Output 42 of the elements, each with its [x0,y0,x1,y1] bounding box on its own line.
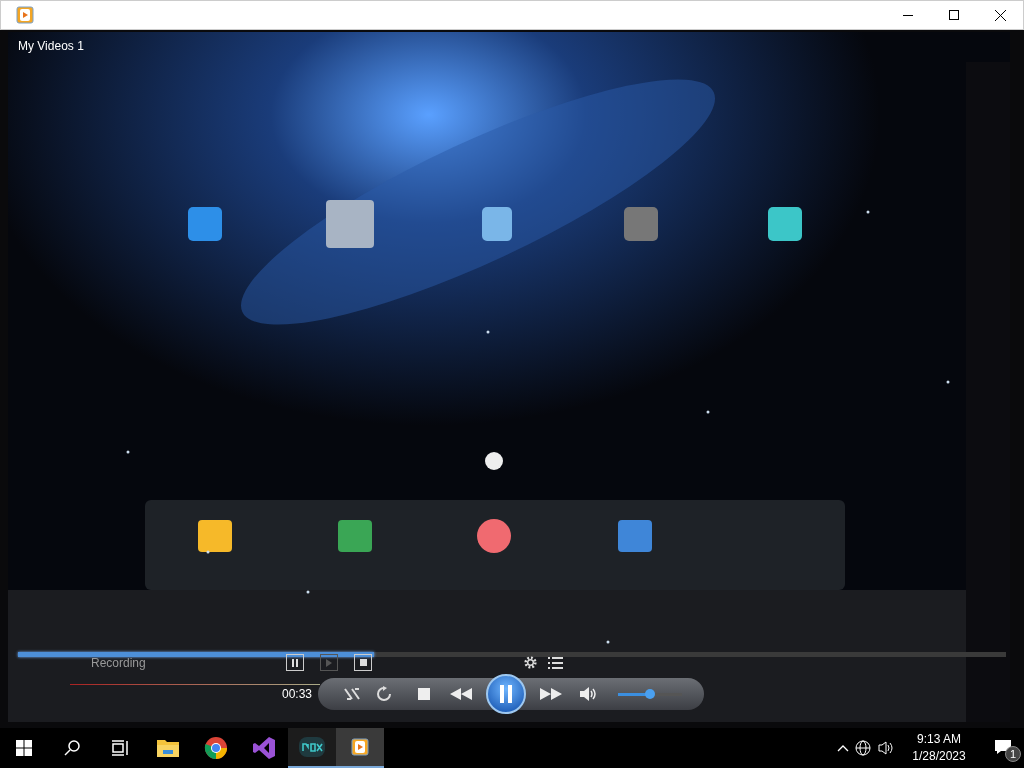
play-recording-button[interactable] [320,654,338,671]
taskbar-app-button[interactable] [288,728,336,768]
stop-icon [359,659,367,666]
pause-icon [292,658,298,667]
minimize-icon [903,14,913,16]
app-logo-icon [16,6,34,24]
volume-slider[interactable] [618,692,682,696]
stop-recording-button[interactable] [354,654,372,671]
notification-button[interactable]: 1 [984,728,1024,768]
chevron-up-icon[interactable] [837,744,849,752]
playlist-icon[interactable] [548,656,563,669]
repeat-icon [376,686,392,702]
pause-button[interactable] [486,674,526,714]
maximize-icon [949,10,959,20]
pause-recording-button[interactable] [286,654,304,671]
folder-icon[interactable] [156,737,180,759]
rewind-icon [450,688,472,700]
search-icon [64,740,80,756]
pause-icon [500,685,512,703]
video-title: My Videos 1 [18,39,84,53]
globe-icon[interactable] [855,739,872,757]
close-icon [994,9,1006,21]
media-player-icon[interactable] [351,738,369,756]
infinity-ribbon-icon[interactable] [252,736,276,760]
seek-bar[interactable] [18,652,1006,657]
clock-time[interactable]: 9:13 AM [917,731,961,748]
fast-forward-icon [540,688,562,700]
speaker-icon[interactable] [878,741,894,755]
nox-icon[interactable] [298,736,326,758]
speaker-icon [580,687,596,701]
shuffle-icon [344,687,360,701]
task-view-icon [111,740,129,756]
notification-count: 1 [1005,746,1021,762]
chrome-icon[interactable] [204,736,228,760]
taskbar-app-button[interactable] [336,728,384,768]
recording-label: Recording [91,656,146,670]
elapsed-time: 00:33 [282,687,313,701]
windows-icon [16,740,32,756]
settings-icon[interactable] [523,655,538,670]
play-icon [326,658,332,667]
clock-date[interactable]: 1/28/2023 [912,748,966,765]
stop-icon [418,688,430,700]
